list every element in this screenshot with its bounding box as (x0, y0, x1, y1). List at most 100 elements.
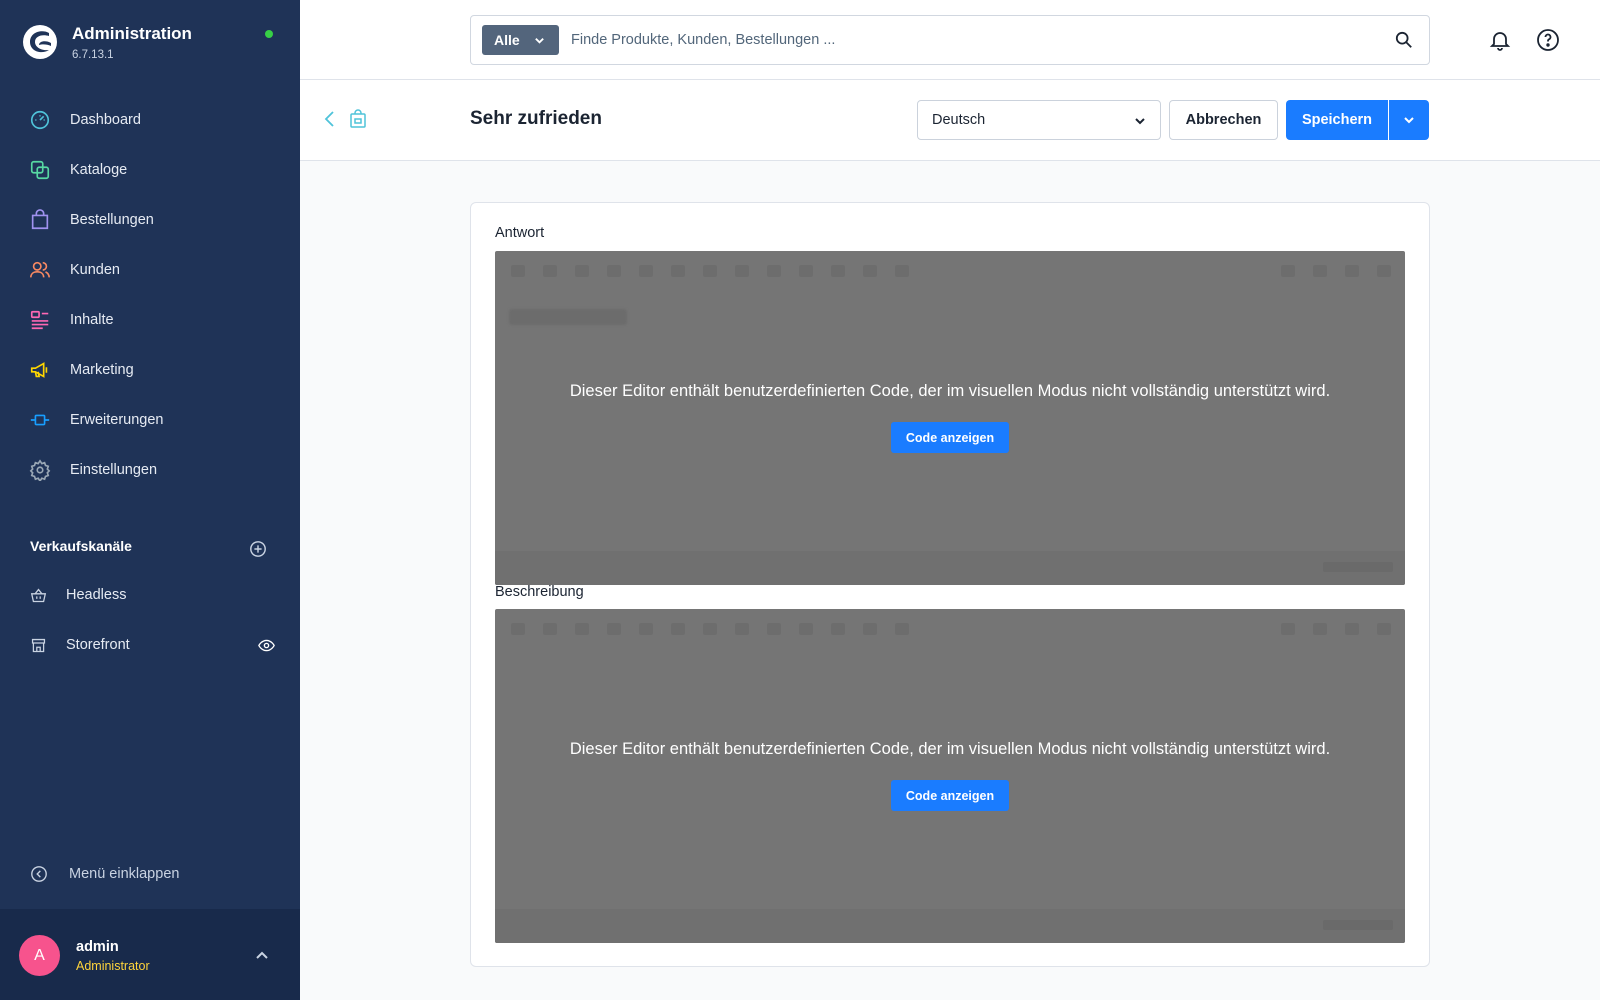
basket-icon (30, 588, 47, 602)
language-select-value: Deutsch (932, 112, 986, 128)
toolbar-button (799, 265, 813, 277)
toolbar-button (1281, 623, 1295, 635)
toolbar-button (607, 623, 621, 635)
brand[interactable]: Administration 6.7.13.1 (22, 24, 192, 61)
toolbar-button (1281, 265, 1295, 277)
collapse-menu-label: Menü einklappen (69, 866, 180, 882)
toolbar-button (575, 623, 589, 635)
sidebar-item-label: Erweiterungen (70, 412, 164, 428)
bell-icon[interactable] (1488, 28, 1512, 52)
toolbar-button (1313, 265, 1327, 277)
toolbar-button (735, 623, 749, 635)
custom-code-message: Dieser Editor enthält benutzerdefinierte… (569, 740, 1331, 758)
sidebar-item-einstellungen[interactable]: Einstellungen (0, 445, 300, 495)
shopping-bag-icon[interactable] (348, 109, 368, 129)
smart-bar: Sehr zufrieden Deutsch Abbrechen Speiche… (300, 80, 1600, 161)
toolbar-button (703, 265, 717, 277)
user-name: admin (76, 939, 119, 955)
text-editor-antwort[interactable]: Dieser Editor enthält benutzerdefinierte… (495, 251, 1405, 585)
sidebar-item-label: Inhalte (70, 312, 114, 328)
chevron-down-icon (1404, 117, 1414, 124)
sidebar-item-bestellungen[interactable]: Bestellungen (0, 195, 300, 245)
top-bar: Alle (300, 0, 1600, 80)
sales-channel-label: Storefront (66, 637, 130, 653)
toolbar-button (735, 265, 749, 277)
toolbar-button (671, 265, 685, 277)
sidebar-item-label: Bestellungen (70, 212, 154, 228)
toolbar-button (895, 265, 909, 277)
editor-toolbar-right (1263, 265, 1391, 277)
chevron-down-icon (1135, 118, 1145, 125)
search-icon[interactable] (1395, 31, 1413, 49)
save-options-button[interactable] (1389, 100, 1429, 140)
sidebar-item-label: Kunden (70, 262, 120, 278)
toolbar-button (575, 265, 589, 277)
toolbar-button (607, 265, 621, 277)
show-code-button[interactable]: Code anzeigen (891, 422, 1009, 453)
toolbar-button (639, 265, 653, 277)
toolbar-button (511, 623, 525, 635)
toolbar-button (543, 623, 557, 635)
toolbar-button (639, 623, 653, 635)
user-role: Administrator (76, 959, 150, 973)
editor-toolbar-right (1263, 623, 1391, 635)
toolbar-button (1313, 623, 1327, 635)
sales-channel-storefront[interactable]: Storefront (30, 633, 275, 657)
sidebar-item-kataloge[interactable]: Kataloge (0, 145, 300, 195)
avatar: A (19, 935, 60, 976)
help-icon[interactable] (1536, 28, 1560, 52)
sidebar-item-label: Marketing (70, 362, 134, 378)
page-title: Sehr zufrieden (470, 108, 602, 129)
catalog-icon (30, 160, 50, 180)
chevron-left-icon[interactable] (322, 109, 338, 129)
content-icon (30, 310, 49, 330)
show-code-button[interactable]: Code anzeigen (891, 780, 1009, 811)
global-search: Alle (470, 15, 1430, 65)
field-label-antwort: Antwort (495, 225, 545, 241)
plug-icon (30, 414, 50, 426)
toolbar-button (767, 623, 781, 635)
user-menu[interactable]: A admin Administrator (0, 909, 300, 1000)
sales-channel-headless[interactable]: Headless (30, 583, 275, 607)
sales-channels-title: Verkaufskanäle (30, 538, 132, 554)
cancel-button[interactable]: Abbrechen (1169, 100, 1278, 140)
sidebar-item-erweiterungen[interactable]: Erweiterungen (0, 395, 300, 445)
users-icon (30, 261, 50, 278)
app-version: 6.7.13.1 (72, 49, 114, 61)
search-input[interactable] (571, 26, 1351, 54)
main-navigation: Dashboard Kataloge Bestellungen Kunden I… (0, 95, 300, 495)
toolbar-button (767, 265, 781, 277)
toolbar-button (895, 623, 909, 635)
shopping-bag-icon (31, 209, 49, 230)
eye-icon[interactable] (258, 637, 275, 654)
online-status-dot (265, 30, 273, 38)
toolbar-button (703, 623, 717, 635)
app-title: Administration (72, 24, 192, 43)
toolbar-button (1377, 265, 1391, 277)
editor-toolbar (495, 251, 1405, 291)
dashboard-icon (30, 110, 50, 130)
toolbar-button (543, 265, 557, 277)
sidebar-item-inhalte[interactable]: Inhalte (0, 295, 300, 345)
add-sales-channel-icon[interactable] (249, 540, 267, 558)
sidebar-item-kunden[interactable]: Kunden (0, 245, 300, 295)
sidebar-item-marketing[interactable]: Marketing (0, 345, 300, 395)
content-card: Antwort Dieser Editor enthält benutzerde… (470, 202, 1430, 967)
search-type-label: Alle (494, 32, 520, 48)
sales-channel-label: Headless (66, 587, 127, 603)
gear-icon (29, 459, 51, 481)
text-editor-beschreibung[interactable]: Dieser Editor enthält benutzerdefinierte… (495, 609, 1405, 943)
brand-text: Administration 6.7.13.1 (72, 24, 192, 61)
toolbar-button (671, 623, 685, 635)
sidebar-item-dashboard[interactable]: Dashboard (0, 95, 300, 145)
sidebar-item-label: Dashboard (70, 112, 141, 128)
save-button[interactable]: Speichern (1286, 100, 1388, 140)
language-select[interactable]: Deutsch (917, 100, 1161, 140)
toolbar-button (1345, 265, 1359, 277)
editor-footer (495, 909, 1405, 943)
collapse-menu-button[interactable]: Menü einklappen (30, 865, 179, 883)
toolbar-button (863, 623, 877, 635)
chevron-left-circle-icon (31, 866, 47, 882)
search-type-select[interactable]: Alle (482, 25, 559, 55)
chevron-up-icon[interactable] (254, 948, 270, 964)
